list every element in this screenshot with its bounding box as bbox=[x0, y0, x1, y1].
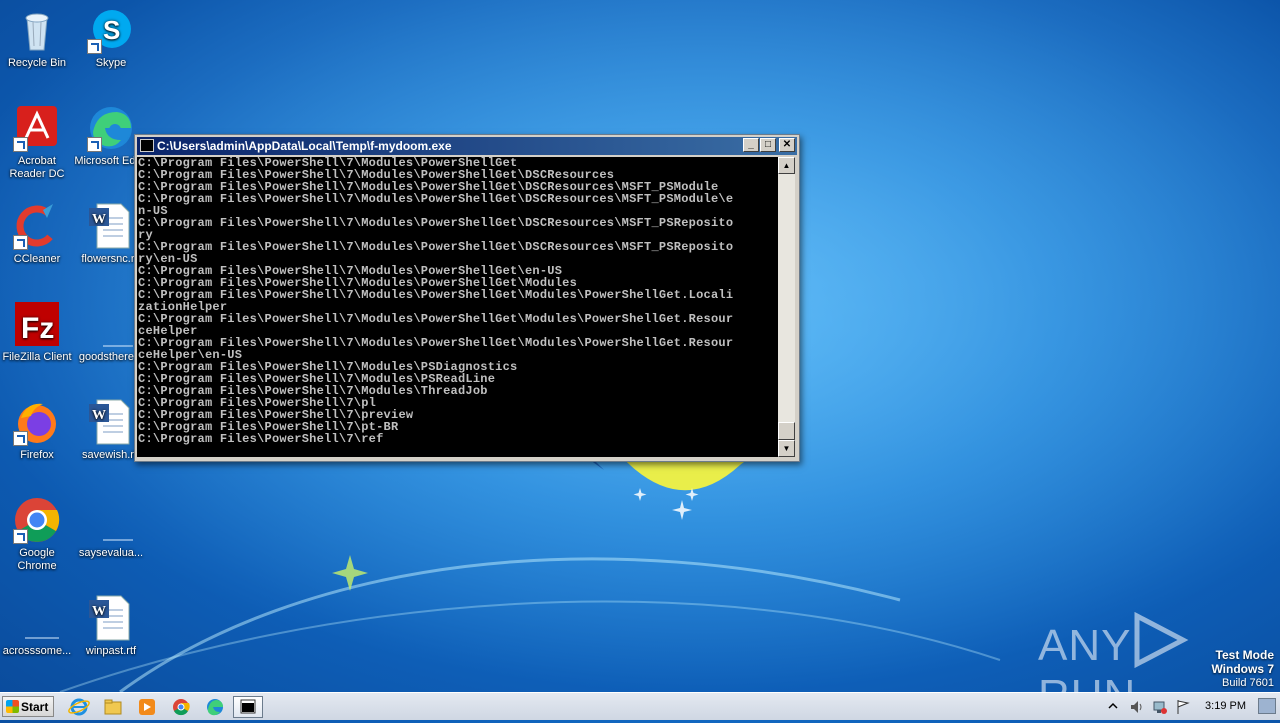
svg-text:W: W bbox=[92, 212, 106, 227]
desktop-icon-label: winpast.rtf bbox=[85, 645, 137, 657]
word-document-icon: W bbox=[87, 398, 135, 446]
watermark-brand-right: RUN bbox=[1038, 671, 1136, 692]
minimize-icon: _ bbox=[748, 139, 754, 150]
shortcut-arrow-icon bbox=[13, 137, 28, 152]
test-mode-line2: Windows 7 bbox=[1211, 662, 1274, 676]
console-title-bar[interactable]: C:\Users\admin\AppData\Local\Temp\f-mydo… bbox=[137, 137, 797, 155]
shortcut-arrow-icon bbox=[13, 529, 28, 544]
watermark-brand-left: ANY bbox=[1038, 621, 1132, 670]
desktop-icon-label: Acrobat Reader DC bbox=[9, 155, 65, 180]
arrow-down-icon: ▼ bbox=[782, 444, 791, 453]
desktop-icon-label: FileZilla Client bbox=[2, 351, 72, 363]
vertical-scrollbar[interactable]: ▲ ▼ bbox=[778, 157, 795, 457]
arrow-up-icon: ▲ bbox=[782, 161, 791, 170]
taskbar-file-explorer[interactable] bbox=[100, 696, 126, 718]
minimize-button[interactable]: _ bbox=[743, 138, 759, 152]
desktop-icon-label: Google Chrome bbox=[17, 547, 57, 572]
windows-logo-icon bbox=[6, 700, 19, 713]
svg-text:S: S bbox=[103, 15, 120, 45]
svg-text:W: W bbox=[92, 408, 106, 423]
word-document-icon: W bbox=[87, 202, 135, 250]
skype-icon: S bbox=[87, 6, 135, 54]
desktop-icon-label: Recycle Bin bbox=[7, 57, 67, 69]
svg-text:Fz: Fz bbox=[21, 312, 54, 345]
console-text: C:\Program Files\PowerShell\7\Modules\Po… bbox=[138, 157, 734, 446]
maximize-icon: □ bbox=[764, 139, 772, 150]
console-window-icon bbox=[240, 699, 256, 714]
desktop-icon-label: Firefox bbox=[20, 449, 54, 461]
console-title: C:\Users\admin\AppData\Local\Temp\f-mydo… bbox=[157, 139, 452, 153]
volume-icon[interactable] bbox=[1130, 700, 1144, 714]
desktop-icon-acrosssome[interactable]: acrosssome... bbox=[0, 594, 74, 658]
close-icon: ✕ bbox=[782, 139, 792, 150]
scroll-up-button[interactable]: ▲ bbox=[778, 157, 795, 174]
start-button[interactable]: Start bbox=[2, 696, 54, 717]
desktop-icon-winpast[interactable]: W winpast.rtf bbox=[74, 594, 148, 658]
filezilla-icon: Fz bbox=[13, 300, 61, 348]
recycle-bin-icon bbox=[13, 6, 61, 54]
console-output[interactable]: C:\Program Files\PowerShell\7\Modules\Po… bbox=[137, 157, 778, 457]
internet-explorer-icon bbox=[68, 698, 90, 716]
desktop-icon-ccleaner[interactable]: CCleaner bbox=[0, 202, 74, 266]
network-icon[interactable] bbox=[1152, 699, 1168, 715]
chevron-up-icon[interactable] bbox=[1108, 701, 1118, 711]
console-window-icon bbox=[140, 139, 154, 152]
edge-icon bbox=[207, 699, 223, 716]
console-window[interactable]: C:\Users\admin\AppData\Local\Temp\f-mydo… bbox=[134, 134, 800, 462]
taskbar-clock[interactable]: 3:19 PM bbox=[1205, 700, 1246, 712]
desktop-icon-chrome[interactable]: Google Chrome bbox=[0, 496, 74, 573]
desktop-icon-acrobat[interactable]: Acrobat Reader DC bbox=[0, 104, 74, 181]
taskbar-internet-explorer[interactable] bbox=[66, 696, 92, 718]
desktop: Recycle Bin Acrobat Reader DC CCleaner F… bbox=[0, 0, 1280, 692]
blank-file-icon bbox=[87, 300, 135, 348]
desktop-icon-filezilla[interactable]: Fz FileZilla Client bbox=[0, 300, 74, 364]
taskbar-edge[interactable] bbox=[202, 696, 228, 718]
desktop-icon-skype[interactable]: S Skype bbox=[74, 6, 148, 70]
show-desktop-button[interactable] bbox=[1258, 698, 1276, 714]
taskbar-console-window[interactable] bbox=[233, 696, 263, 718]
edge-icon bbox=[87, 104, 135, 152]
blank-file-icon bbox=[87, 496, 135, 544]
action-center-flag-icon[interactable] bbox=[1176, 699, 1190, 715]
desktop-icon-label: Skype bbox=[95, 57, 127, 69]
shortcut-arrow-icon bbox=[87, 137, 102, 152]
close-button[interactable]: ✕ bbox=[779, 138, 795, 152]
desktop-icon-recycle-bin[interactable]: Recycle Bin bbox=[0, 6, 74, 70]
word-document-icon: W bbox=[87, 594, 135, 642]
chrome-icon bbox=[13, 496, 61, 544]
system-tray: 3:19 PM bbox=[1100, 693, 1280, 721]
firefox-icon bbox=[13, 398, 61, 446]
desktop-icon-label: CCleaner bbox=[13, 253, 61, 265]
chrome-icon bbox=[173, 699, 190, 716]
taskbar: Start 3:19 PM bbox=[0, 692, 1280, 720]
scroll-thumb[interactable] bbox=[778, 422, 795, 440]
taskbar-chrome[interactable] bbox=[168, 696, 194, 718]
blank-file-icon bbox=[13, 594, 61, 642]
desktop-icon-label: acrosssome... bbox=[2, 645, 72, 657]
start-label: Start bbox=[21, 700, 49, 714]
shortcut-arrow-icon bbox=[13, 235, 28, 250]
shortcut-arrow-icon bbox=[87, 39, 102, 54]
scroll-down-button[interactable]: ▼ bbox=[778, 440, 795, 457]
desktop-icon-saysevalua[interactable]: saysevalua... bbox=[74, 496, 148, 560]
test-mode-line1: Test Mode bbox=[1215, 648, 1274, 662]
media-player-icon bbox=[139, 699, 155, 715]
maximize-button[interactable]: □ bbox=[760, 138, 776, 152]
test-mode-notice: Test Mode Windows 7 Build 7601 bbox=[1211, 648, 1274, 690]
shortcut-arrow-icon bbox=[13, 431, 28, 446]
desktop-icon-firefox[interactable]: Firefox bbox=[0, 398, 74, 462]
desktop-icon-label: saysevalua... bbox=[78, 547, 144, 559]
taskbar-media-player[interactable] bbox=[134, 696, 160, 718]
ccleaner-icon bbox=[13, 202, 61, 250]
file-explorer-icon bbox=[104, 699, 122, 715]
svg-text:W: W bbox=[92, 604, 106, 619]
test-mode-line3: Build 7601 bbox=[1222, 677, 1274, 689]
play-logo-icon bbox=[1134, 611, 1189, 669]
acrobat-icon bbox=[13, 104, 61, 152]
